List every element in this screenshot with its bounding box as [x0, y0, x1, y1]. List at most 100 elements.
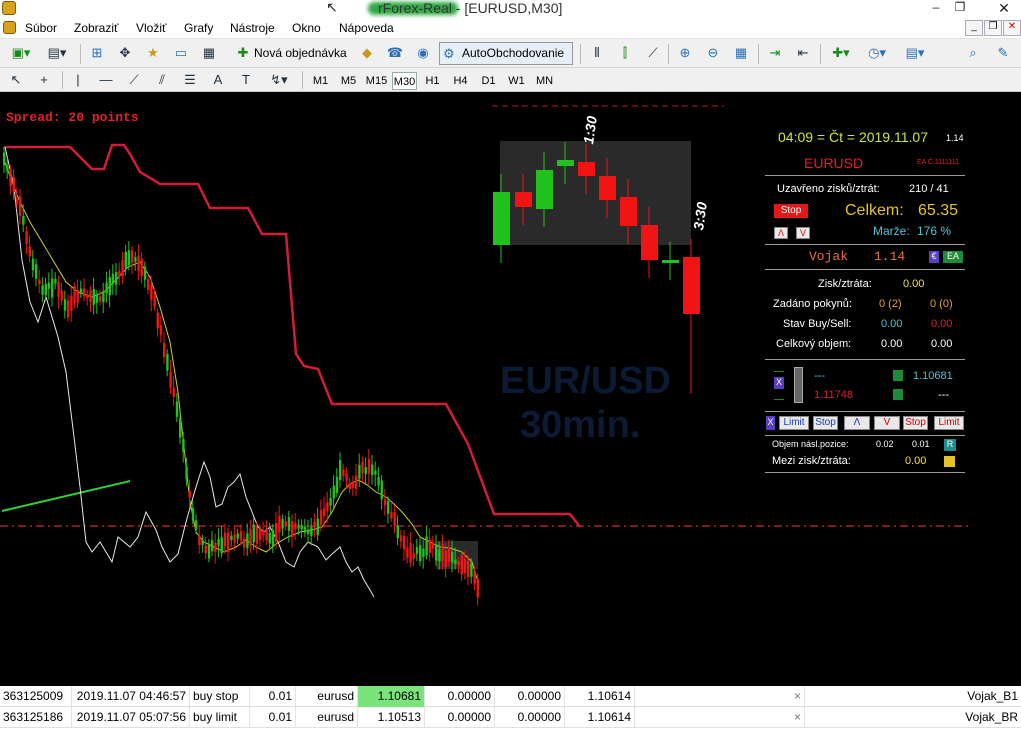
terminal-icon[interactable]: ▭	[170, 42, 192, 64]
candle-body	[351, 482, 355, 488]
line-chart-icon[interactable]: ⟋	[642, 42, 664, 64]
sell-limit-button[interactable]: Limit	[934, 416, 964, 430]
candle-body	[105, 282, 108, 294]
new-chart-icon[interactable]: ▣▾	[6, 42, 36, 64]
table-row[interactable]: 363125009 2019.11.07 04:46:57 buy stop 0…	[0, 686, 1021, 707]
buy-limit-button[interactable]: Limit	[779, 416, 809, 430]
between-pl-box[interactable]	[944, 456, 955, 467]
sort-down-button[interactable]: V	[796, 227, 810, 239]
indicators-icon[interactable]: ✚▾	[826, 42, 856, 64]
mdi-restore-button[interactable]: ❐	[984, 20, 1002, 36]
candle-body	[342, 469, 345, 476]
close-order-icon[interactable]: ×	[635, 707, 805, 728]
zoom-in-icon[interactable]: ⊕	[674, 42, 696, 64]
timeframe-h4[interactable]: H4	[448, 72, 473, 90]
timeframe-w1[interactable]: W1	[504, 72, 529, 90]
mdi-close-button[interactable]: ✕	[1003, 20, 1021, 36]
menu-help[interactable]: Nápoveda	[339, 21, 394, 35]
timeframe-d1[interactable]: D1	[476, 72, 501, 90]
close-window-button[interactable]: ✕	[994, 0, 1014, 16]
watermark-symbol: EUR/USD	[500, 360, 672, 402]
x-tag[interactable]: X	[774, 377, 784, 389]
candle-body	[169, 371, 172, 388]
menu-file[interactable]: Súbor	[25, 21, 57, 35]
search-icon[interactable]: ⌕	[962, 42, 984, 64]
bar-chart-icon[interactable]: ⫴	[586, 42, 608, 64]
table-row[interactable]: 363125186 2019.11.07 05:07:56 buy limit …	[0, 707, 1021, 728]
sell-market-button[interactable]: V	[874, 416, 900, 430]
trendline	[1, 480, 131, 512]
tile-windows-icon[interactable]: ▦	[730, 42, 752, 64]
stop-button[interactable]: Stop	[774, 204, 808, 218]
menu-tools[interactable]: Nástroje	[230, 21, 275, 35]
buy-stop-button[interactable]: Stop	[813, 416, 838, 430]
horizontal-line-icon[interactable]: —	[96, 69, 116, 91]
fibonacci-icon[interactable]: ☰	[180, 69, 200, 91]
menu-charts[interactable]: Grafy	[184, 21, 213, 35]
zoom-out-icon[interactable]: ⊖	[702, 42, 724, 64]
buy-level-box[interactable]	[893, 370, 903, 381]
ea-badge[interactable]: EA	[943, 251, 963, 263]
restore-window-button[interactable]: ❐	[950, 0, 970, 16]
menu-view[interactable]: Zobraziť	[74, 21, 119, 35]
euro-tag[interactable]: €	[929, 251, 939, 263]
periods-icon[interactable]: ◷▾	[862, 42, 892, 64]
candle-body	[371, 464, 374, 475]
chart-window-icon[interactable]	[3, 21, 16, 34]
candlestick-chart-icon[interactable]: ⫿	[614, 42, 636, 64]
crosshair-tool-icon[interactable]: +	[34, 69, 54, 91]
price-chart[interactable]: Spread: 20 points EUR/USD 30min. 1:30 3:…	[0, 92, 1021, 686]
buy-market-button[interactable]: Λ	[844, 416, 870, 430]
community-icon[interactable]: ☎	[384, 42, 406, 64]
current-price-cell: 1.10614	[565, 686, 635, 707]
close-order-icon[interactable]: ×	[635, 686, 805, 707]
candle-body	[473, 570, 476, 585]
candle-body	[470, 564, 473, 577]
ticket-cell: 363125009	[0, 686, 72, 707]
meta-editor-icon[interactable]: ◆	[356, 42, 378, 64]
new-order-button[interactable]: Nová objednávka	[254, 42, 347, 64]
timeframe-m15[interactable]: M15	[364, 72, 389, 90]
trendline-icon[interactable]: ⟋	[124, 69, 144, 91]
equidistant-channel-icon[interactable]: ⫽	[152, 69, 172, 91]
sell-level-box[interactable]	[893, 389, 903, 400]
navigator-icon[interactable]: ★	[142, 42, 164, 64]
candle-body	[217, 538, 220, 546]
market-watch-icon[interactable]: ⊞	[86, 42, 108, 64]
profiles-icon[interactable]: ▤▾	[42, 42, 72, 64]
cancel-x-button[interactable]: X	[766, 416, 775, 430]
timeframe-m30[interactable]: M30	[392, 72, 417, 90]
timeframe-m1[interactable]: M1	[308, 72, 333, 90]
timeframe-m5[interactable]: M5	[336, 72, 361, 90]
candle-body	[259, 528, 262, 541]
timeframe-h1[interactable]: H1	[420, 72, 445, 90]
pending-orders-table: 363125009 2019.11.07 04:46:57 buy stop 0…	[0, 686, 1021, 734]
chart-shift-icon[interactable]: ⇤	[792, 42, 814, 64]
toolbar-separator	[302, 71, 303, 89]
data-window-icon[interactable]: ✥	[114, 42, 136, 64]
new-order-icon[interactable]: ✚	[234, 42, 252, 64]
candle-body	[63, 299, 67, 311]
reset-button[interactable]: R	[944, 439, 956, 451]
arrows-icon[interactable]: ↯▾	[264, 69, 294, 91]
sell-stop-button[interactable]: Stop	[903, 416, 928, 430]
sort-up-button[interactable]: Λ	[774, 227, 788, 239]
vertical-line-icon[interactable]: |	[68, 69, 88, 91]
auto-scroll-icon[interactable]: ⇥	[764, 42, 786, 64]
signals-icon[interactable]: ◉	[412, 42, 434, 64]
auto-trading-toggle[interactable]: ⚙ AutoObchodovanie	[439, 42, 573, 65]
orders-label: Zadáno pokynů:	[773, 298, 852, 310]
strategy-tester-icon[interactable]: ▦	[198, 42, 220, 64]
templates-icon[interactable]: ▤▾	[898, 42, 932, 64]
timeframe-mn[interactable]: MN	[532, 72, 557, 90]
cursor-tool-icon[interactable]: ↖	[6, 69, 26, 91]
menu-insert[interactable]: Vložiť	[136, 21, 167, 35]
minimize-window-button[interactable]: –	[926, 0, 946, 16]
menu-window[interactable]: Okno	[292, 21, 321, 35]
text-tool-icon[interactable]: A	[208, 69, 228, 91]
price-cell: 1.10513	[358, 707, 425, 728]
mdi-minimize-button[interactable]: _	[965, 20, 983, 36]
chat-icon[interactable]: ✎	[992, 42, 1014, 64]
text-label-icon[interactable]: T	[236, 69, 256, 91]
price-slider[interactable]	[794, 367, 803, 403]
